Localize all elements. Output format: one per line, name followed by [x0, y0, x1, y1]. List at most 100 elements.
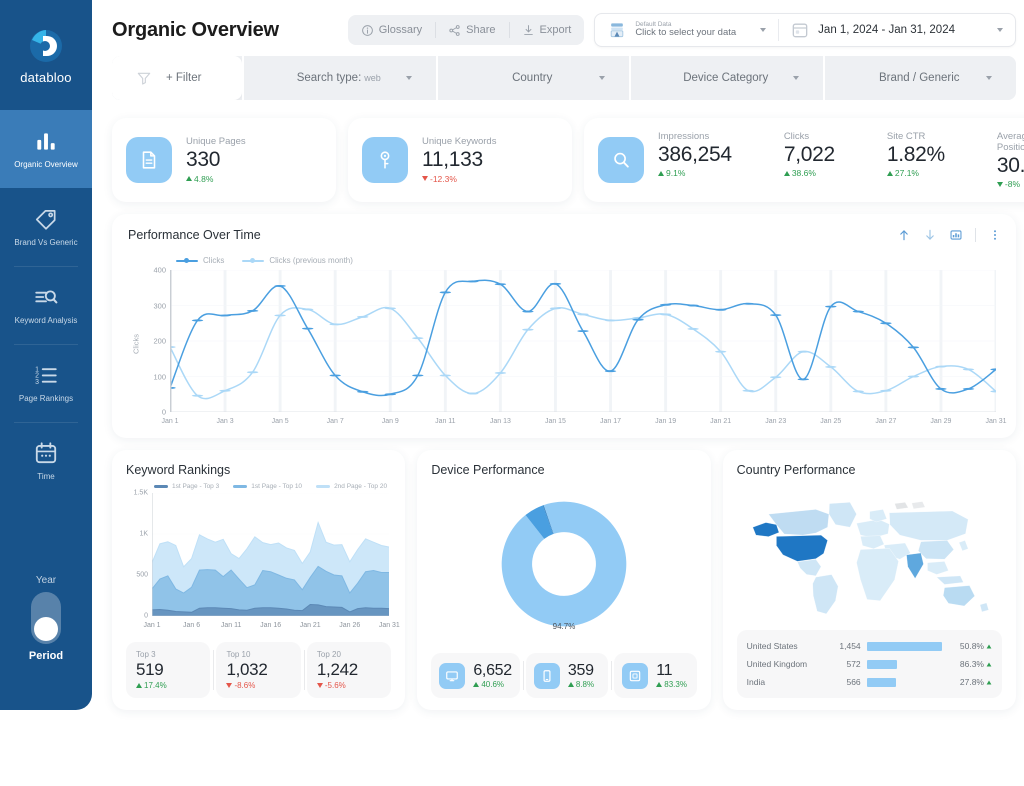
- metric-delta: 4.8%: [186, 174, 246, 184]
- chart-legend: Clicks Clicks (previous month): [176, 256, 353, 265]
- stat-delta-value: 17.4%: [144, 681, 167, 690]
- filter-country[interactable]: Country: [435, 56, 630, 100]
- country-change: 27.8%: [948, 677, 992, 687]
- table-row[interactable]: United States 1,454 50.8%: [747, 637, 992, 655]
- action-button-group: Glossary Share Export: [347, 15, 585, 45]
- country-name: United Kingdom: [746, 659, 808, 669]
- svg-text:3: 3: [35, 379, 39, 386]
- metric-delta-value: 38.6%: [791, 168, 816, 179]
- trend-up-icon: [656, 682, 663, 687]
- topbar: Organic Overview Glossary Share Export D…: [112, 8, 1016, 52]
- y-axis-tick: 200: [153, 336, 166, 346]
- calendar-icon: [35, 442, 57, 464]
- country-change: 50.8%: [948, 641, 992, 651]
- sidebar-item-keyword-analysis[interactable]: Keyword Analysis: [0, 266, 92, 344]
- metric-unique-keywords: Unique Keywords 11,133 -12.3%: [422, 136, 496, 184]
- export-image-icon[interactable]: [949, 228, 963, 242]
- country-map: [737, 483, 1002, 624]
- stat-label: Top 10: [226, 650, 251, 659]
- search-list-icon: [35, 290, 58, 304]
- sidebar-item-organic-overview[interactable]: Organic Overview: [0, 110, 92, 188]
- trend-up-icon: [986, 680, 992, 684]
- up-arrow-icon[interactable]: [897, 228, 911, 242]
- legend-swatch: [233, 485, 248, 488]
- legend-item-top3[interactable]: 1st Page - Top 3: [154, 483, 219, 490]
- x-axis-tick: Jan 5: [271, 418, 289, 425]
- metric-value: 1.82%: [886, 142, 945, 166]
- info-icon: [361, 24, 373, 36]
- device-stats: 6,652 40.6% 359 8.8% 11 83.3%: [431, 653, 697, 698]
- legend-item-clicks[interactable]: Clicks: [176, 256, 224, 265]
- glossary-button[interactable]: Glossary: [348, 15, 435, 45]
- stat-delta: 40.6%: [473, 680, 512, 689]
- kpi-row: Unique Pages 330 4.8% Unique Keywords 11…: [112, 118, 1024, 202]
- add-filter-button[interactable]: + Filter: [112, 56, 242, 100]
- filter-device-category[interactable]: Device Category: [629, 56, 823, 100]
- calendar-icon: [792, 23, 808, 38]
- document-icon-box: [126, 137, 172, 183]
- share-icon: [449, 24, 460, 36]
- sidebar-item-label: Keyword Analysis: [14, 316, 78, 326]
- brand-logo[interactable]: databloo: [0, 0, 92, 110]
- metric-impressions: Impressions 386,254 9.1%: [658, 131, 732, 189]
- donut-center-label: 94.7%: [552, 622, 576, 632]
- chevron-down-icon[interactable]: [997, 28, 1003, 32]
- donut-chart[interactable]: [488, 488, 640, 640]
- legend-item-clicks-previous-month[interactable]: Clicks (previous month): [242, 256, 353, 265]
- trend-up-icon: [567, 682, 574, 687]
- more-vertical-icon[interactable]: [988, 228, 1002, 242]
- stat-delta-value: 8.8%: [575, 680, 595, 689]
- date-range-selector[interactable]: Jan 1, 2024 - Jan 31, 2024: [778, 13, 1015, 47]
- period-year-toggle-group: Year Period: [29, 575, 63, 662]
- y-axis-ticks: 0 100 200 300 400: [138, 266, 166, 417]
- period-year-toggle[interactable]: [30, 592, 61, 644]
- y-axis-tick: 1.5K: [133, 489, 148, 497]
- stat-delta: 8.8%: [567, 680, 595, 689]
- sidebar-item-brand-vs-generic[interactable]: Brand Vs Generic: [0, 188, 92, 266]
- card-title: Device Performance: [431, 463, 545, 477]
- data-source-main: Click to select your data: [635, 27, 737, 39]
- metric-clicks: Clicks 7,022 38.6%: [783, 131, 835, 189]
- download-icon: [523, 24, 533, 35]
- numbered-list-icon: 1 2 3: [35, 366, 57, 386]
- chevron-down-icon[interactable]: [792, 76, 799, 80]
- chevron-down-icon[interactable]: [760, 28, 767, 32]
- chevron-down-icon[interactable]: [986, 76, 992, 80]
- stat-delta: -5.6%: [316, 681, 381, 690]
- metric-site-ctr: Site CTR 1.82% 27.1%: [886, 131, 945, 189]
- country-change: 86.3%: [948, 659, 992, 669]
- table-row[interactable]: India 566 27.8%: [747, 673, 992, 691]
- country-clicks: 566: [846, 677, 861, 687]
- filter-brand-generic[interactable]: Brand / Generic: [822, 56, 1017, 100]
- metric-value: 11,133: [422, 148, 483, 172]
- legend-swatch: [176, 257, 198, 265]
- metric-delta: -8%: [996, 179, 1024, 189]
- document-icon: [142, 151, 156, 169]
- share-button[interactable]: Share: [435, 15, 508, 45]
- export-button[interactable]: Export: [508, 15, 585, 45]
- legend-label: Clicks: [203, 256, 225, 265]
- trend-up-icon: [783, 170, 790, 176]
- y-axis-tick: 1K: [139, 530, 148, 538]
- data-source-selector[interactable]: Default Data Click to select your data: [595, 13, 778, 47]
- toolbar-divider: [975, 228, 976, 242]
- bar-track: [866, 677, 942, 687]
- sidebar-item-time[interactable]: Time: [0, 422, 92, 500]
- legend-item-top20[interactable]: 2nd Page - Top 20: [316, 483, 387, 490]
- tablet-icon: [630, 670, 641, 681]
- chevron-down-icon[interactable]: [599, 76, 605, 80]
- world-map-wrapper[interactable]: [737, 483, 1002, 624]
- filter-search-type[interactable]: Search type: web: [242, 56, 436, 100]
- main-content: Organic Overview Glossary Share Export D…: [92, 0, 1024, 786]
- y-axis-tick: 0: [161, 407, 166, 417]
- stat-delta-value: 40.6%: [481, 680, 505, 689]
- x-axis-tick: Jan 29: [930, 418, 952, 425]
- sidebar-item-page-rankings[interactable]: 1 2 3 Page Rankings: [0, 344, 92, 422]
- trend-up-icon: [986, 662, 992, 666]
- table-row[interactable]: United Kingdom 572 86.3%: [747, 655, 992, 673]
- country-change-value: 86.3%: [959, 659, 984, 669]
- down-arrow-icon[interactable]: [923, 228, 937, 242]
- country-change-value: 50.8%: [959, 641, 984, 651]
- chevron-down-icon[interactable]: [405, 76, 412, 80]
- legend-item-top10[interactable]: 1st Page - Top 10: [233, 483, 302, 490]
